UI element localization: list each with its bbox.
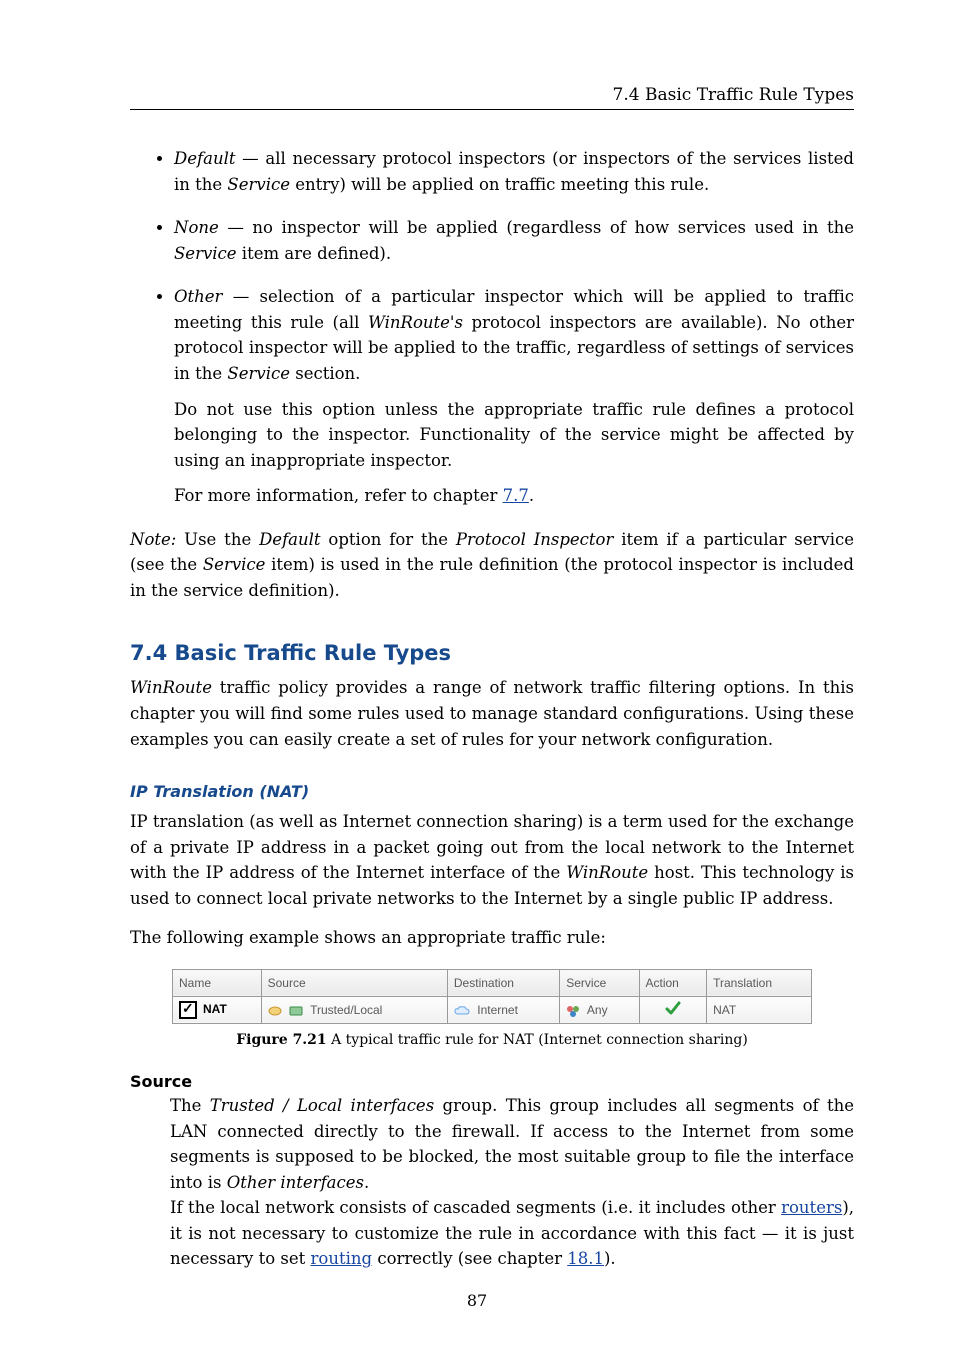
source-text: Trusted/Local xyxy=(310,1003,382,1017)
service-text: Any xyxy=(587,1003,608,1017)
col-translation: Translation xyxy=(707,969,812,996)
cell-action xyxy=(639,996,707,1023)
source-paragraph-1: The Trusted / Local interfaces group. Th… xyxy=(170,1093,854,1195)
bullet-lead: None xyxy=(174,218,219,237)
bullet-lead: Other xyxy=(174,287,222,306)
col-action: Action xyxy=(639,969,707,996)
source-field-heading: Source xyxy=(130,1072,854,1091)
other-interfaces-ital: Other interfaces xyxy=(227,1173,364,1192)
service-ital: Service xyxy=(203,555,266,574)
cell-source: Trusted/Local xyxy=(261,996,447,1023)
figure-7-21: Name Source Destination Service Action T… xyxy=(172,969,812,1048)
body-text: traffic policy provides a range of netwo… xyxy=(130,678,854,748)
table-row: NAT Trusted/Local Internet Any xyxy=(173,996,812,1023)
body-text: — no inspector will be applied (regardle… xyxy=(219,218,854,237)
body-text: The xyxy=(170,1096,210,1115)
trusted-local-ital: Trusted / Local interfaces xyxy=(210,1096,434,1115)
cell-service: Any xyxy=(560,996,639,1023)
cell-translation: NAT xyxy=(707,996,812,1023)
source-paragraph-2: If the local network consists of cascade… xyxy=(170,1195,854,1272)
figure-caption-text: A typical traffic rule for NAT (Internet… xyxy=(327,1032,748,1048)
service-ital: Service xyxy=(174,244,237,263)
routing-link[interactable]: routing xyxy=(311,1249,373,1268)
cell-destination: Internet xyxy=(447,996,559,1023)
nic-icon xyxy=(289,1005,303,1017)
chapter-18-1-link[interactable]: 18.1 xyxy=(567,1249,604,1268)
bullet-lead: Default xyxy=(174,149,235,168)
protocol-inspector-ital: Protocol Inspector xyxy=(456,530,613,549)
body-text: If the local network consists of cascade… xyxy=(170,1198,781,1217)
list-item: Default — all necessary protocol inspect… xyxy=(174,146,854,197)
winroute-ital: WinRoute xyxy=(566,863,648,882)
page-number: 87 xyxy=(0,1291,954,1310)
body-text: section. xyxy=(290,364,360,383)
col-service: Service xyxy=(560,969,639,996)
any-icon xyxy=(566,1005,580,1017)
list-item: Other — selection of a particular inspec… xyxy=(174,284,854,509)
col-source: Source xyxy=(261,969,447,996)
service-ital: Service xyxy=(227,175,290,194)
note-paragraph: Note: Use the Default option for the Pro… xyxy=(130,527,854,604)
rule-name: NAT xyxy=(203,1002,227,1016)
default-ital: Default xyxy=(259,530,320,549)
figure-caption: Figure 7.21 A typical traffic rule for N… xyxy=(172,1032,812,1048)
body-text: item are defined). xyxy=(237,244,392,263)
body-text: . xyxy=(364,1173,369,1192)
winroute-ital: WinRoute xyxy=(130,678,212,697)
body-text: . xyxy=(529,486,534,505)
winroute-ital: WinRoute's xyxy=(368,313,463,332)
table-header-row: Name Source Destination Service Action T… xyxy=(173,969,812,996)
nat-paragraph-1: IP translation (as well as Internet conn… xyxy=(130,809,854,911)
list-item: None — no inspector will be applied (reg… xyxy=(174,215,854,266)
destination-text: Internet xyxy=(477,1003,518,1017)
body-text: For more information, refer to chapter 7… xyxy=(174,483,854,509)
body-text: entry) will be applied on traffic meetin… xyxy=(290,175,709,194)
col-destination: Destination xyxy=(447,969,559,996)
checkbox-checked-icon xyxy=(179,1001,197,1019)
header-rule xyxy=(130,109,854,110)
chapter-7-7-link[interactable]: 7.7 xyxy=(503,486,529,505)
body-text: For more information, refer to chapter xyxy=(174,486,503,505)
traffic-rule-table: Name Source Destination Service Action T… xyxy=(172,969,812,1024)
nat-paragraph-2: The following example shows an appropria… xyxy=(130,925,854,951)
body-text: Use the xyxy=(176,530,259,549)
body-text: Do not use this option unless the approp… xyxy=(174,397,854,474)
routers-link[interactable]: routers xyxy=(781,1198,842,1217)
body-text: correctly (see chapter xyxy=(372,1249,567,1268)
nat-heading: IP Translation (NAT) xyxy=(130,782,854,801)
note-lead: Note: xyxy=(130,530,176,549)
service-ital: Service xyxy=(227,364,290,383)
figure-number: Figure 7.21 xyxy=(236,1032,326,1048)
permit-icon xyxy=(665,1001,681,1015)
running-head: 7.4 Basic Traffic Rule Types xyxy=(130,85,854,105)
section-intro: WinRoute traffic policy provides a range… xyxy=(130,675,854,752)
host-icon xyxy=(268,1005,282,1017)
body-text: ). xyxy=(604,1249,616,1268)
section-heading: 7.4 Basic Traffic Rule Types xyxy=(130,641,854,665)
bullet-list: Default — all necessary protocol inspect… xyxy=(130,146,854,509)
cloud-icon xyxy=(454,1005,470,1017)
col-name: Name xyxy=(173,969,262,996)
body-text: option for the xyxy=(321,530,456,549)
cell-name: NAT xyxy=(173,996,262,1023)
